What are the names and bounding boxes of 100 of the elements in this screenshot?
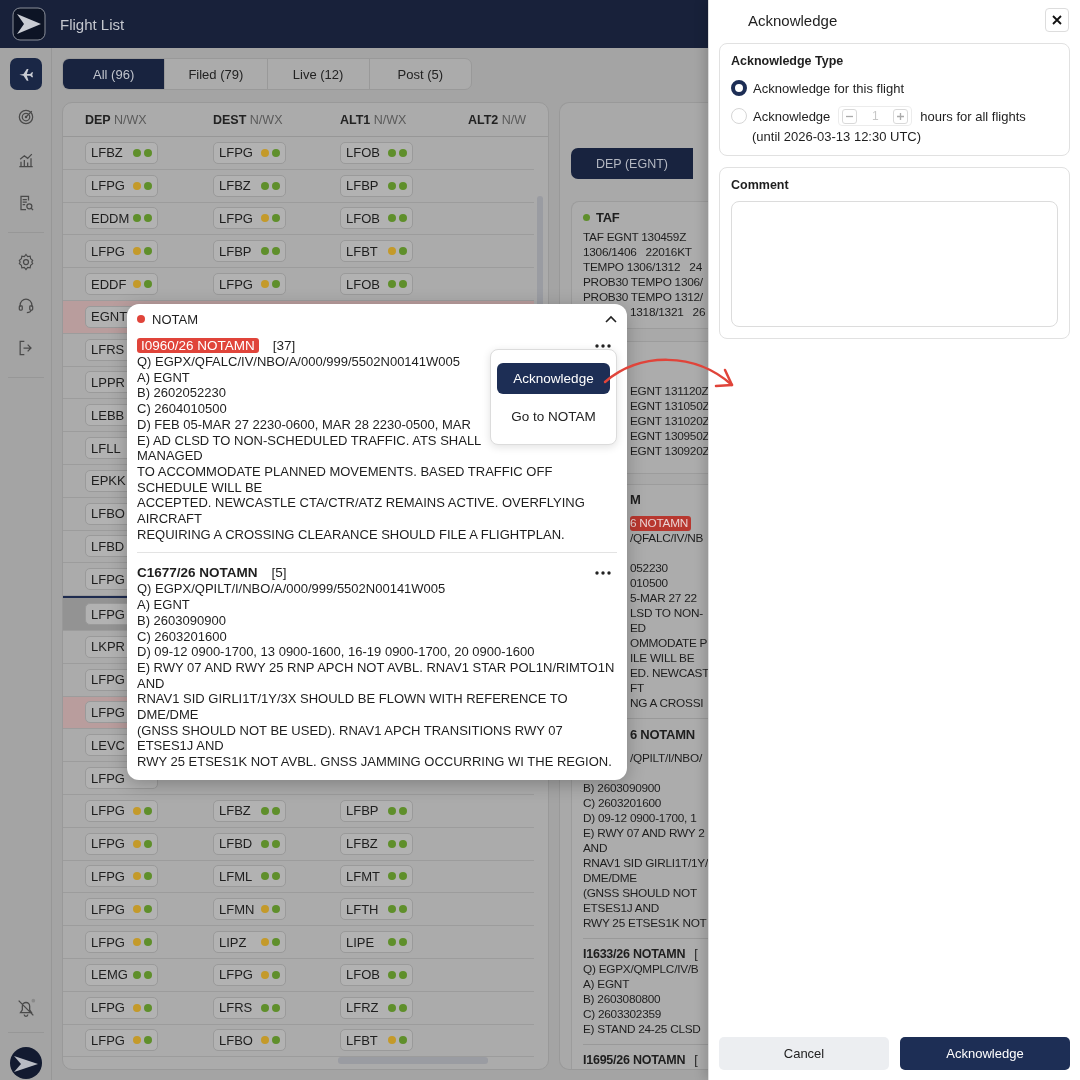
airport-code: LFOB bbox=[346, 967, 380, 983]
airport-code: LFBP bbox=[346, 803, 379, 819]
report-line: 010500 bbox=[630, 576, 668, 591]
airport-code: LFBD bbox=[91, 538, 125, 554]
report-line: LSD TO NON- bbox=[630, 606, 703, 621]
airport-code: LKPR bbox=[91, 639, 125, 655]
airport-code: LIPE bbox=[346, 934, 375, 950]
notam-title: M bbox=[630, 492, 641, 507]
option-label: hours for all flights bbox=[920, 108, 1026, 124]
report-line: 052230 bbox=[630, 561, 668, 576]
airport-code: LFRZ bbox=[346, 1000, 379, 1016]
report-line: C) 2603201600 bbox=[583, 796, 662, 811]
airport-code: LFPG bbox=[91, 178, 125, 194]
airport-code: LFPG bbox=[91, 770, 125, 786]
app-title: Flight List bbox=[60, 15, 125, 33]
airport-code: LFBO bbox=[91, 506, 125, 522]
airport-code: LFOB bbox=[346, 145, 380, 161]
report-line: ETSES1J AND bbox=[583, 901, 659, 916]
airport-code: LFBZ bbox=[219, 178, 251, 194]
airport-code: LFBT bbox=[346, 243, 378, 259]
report-line: RWY 25 ETSES1K NOT bbox=[583, 916, 707, 931]
airport-code: LFPG bbox=[219, 145, 253, 161]
airport-code: LFPG bbox=[91, 1032, 125, 1048]
airport-code: LFBT bbox=[346, 1032, 378, 1048]
report-line: RNAV1 SID GIRLI1T/1Y/ bbox=[583, 856, 708, 871]
airport-code: LFOB bbox=[346, 211, 380, 226]
airport-code: LFBZ bbox=[91, 145, 123, 161]
notam-badge: 6 NOTAMN bbox=[630, 516, 692, 531]
notam-title: 6 NOTAMN bbox=[630, 727, 695, 742]
report-line: FT bbox=[630, 681, 644, 696]
airport-code: LFOB bbox=[346, 276, 380, 292]
report-line: A) EGNT bbox=[583, 977, 630, 992]
report-line: 5-MAR 27 22 bbox=[630, 591, 697, 606]
airport-code: LFML bbox=[219, 868, 253, 884]
report-line: 1318/1321 26 bbox=[630, 305, 706, 320]
airport-code: LFBZ bbox=[219, 803, 251, 819]
airport-code: EGNT bbox=[91, 309, 128, 325]
airport-code: LFPG bbox=[91, 868, 125, 884]
airport-code: LFPG bbox=[91, 243, 125, 259]
airport-code: LFPG bbox=[91, 901, 125, 917]
report-line: DME/DME bbox=[583, 871, 637, 886]
drawer-title: Acknowledge bbox=[748, 11, 838, 29]
airport-code: LFPG bbox=[219, 211, 253, 226]
airport-code: LFPG bbox=[91, 1000, 125, 1016]
airport-code: LFPG bbox=[91, 672, 125, 688]
report-line: ILE WILL BE bbox=[630, 651, 695, 666]
report-line: NG A CROSSI bbox=[630, 696, 704, 711]
column-header: DEST N/WX bbox=[213, 112, 284, 127]
card-title: TAF bbox=[596, 210, 620, 225]
notam-title: I1695/26 NOTAMN bbox=[583, 1053, 686, 1067]
airport-code: LFPG bbox=[91, 704, 125, 720]
column-header: ALT2 N/W bbox=[468, 112, 528, 127]
notam-id: I0960/26 NOTAMN bbox=[137, 338, 259, 353]
notam-count: [37] bbox=[272, 338, 296, 353]
airport-code: LFMT bbox=[346, 868, 380, 884]
notam-line: RWY 25 ETSES1K NOT AVBL. GNSS JAMMING OCCURRING WI THE REGION. bbox=[137, 754, 612, 770]
report-line: Q) EGPX/QMPLC/IV/B bbox=[583, 962, 699, 977]
report-line: (GNSS SHOULD NOT bbox=[583, 886, 697, 901]
report-line: E) STAND 24-25 CLSD bbox=[583, 1022, 701, 1037]
airport-code: LFPG bbox=[91, 606, 125, 622]
airport-code: LFPG bbox=[219, 967, 253, 983]
airport-code: EDDF bbox=[91, 276, 127, 292]
column-header: DEP N/WX bbox=[85, 112, 148, 127]
airport-code: LFBD bbox=[219, 836, 253, 852]
airport-code: EPKK bbox=[91, 473, 126, 489]
airport-code: LFBZ bbox=[346, 836, 378, 852]
report-line: TAF EGNT 130459Z bbox=[583, 230, 687, 245]
airport-code: EDDM bbox=[91, 211, 130, 226]
until-note: (until 2026-03-13 12:30 UTC) bbox=[752, 129, 923, 144]
notam-count: [ bbox=[694, 947, 698, 961]
report-line: ED bbox=[630, 621, 646, 636]
report-line: PROB30 TEMPO 1306/ bbox=[583, 275, 703, 290]
section-title: Comment bbox=[731, 178, 790, 192]
report-line: 1306/1406 22016KT bbox=[583, 245, 692, 260]
notam-title: I1633/26 NOTAMN bbox=[583, 947, 686, 961]
airport-code: LEMG bbox=[91, 967, 128, 983]
airport-code: LFRS bbox=[91, 342, 125, 358]
airport-code: LFBO bbox=[219, 1032, 253, 1048]
airport-code: LFPG bbox=[91, 803, 125, 819]
report-line: /QFALC/IV/NB bbox=[630, 531, 704, 546]
airport-code: LFPG bbox=[91, 571, 125, 587]
airport-code: LEVC bbox=[91, 737, 125, 753]
stepper-value: 1 bbox=[871, 109, 880, 123]
airport-code: LPPR bbox=[91, 374, 125, 390]
report-line: EGNT 131120Z bbox=[630, 384, 708, 399]
airport-code: LFRS bbox=[219, 1000, 253, 1016]
airport-code: LFTH bbox=[346, 901, 379, 917]
section-title: Acknowledge Type bbox=[731, 54, 845, 68]
notam-count: [ bbox=[694, 1053, 698, 1067]
airport-code: LFBP bbox=[219, 243, 252, 259]
report-line: PROB30 TEMPO 1312/ bbox=[583, 290, 703, 305]
option-label: Acknowledge bbox=[753, 108, 831, 124]
report-line: D) 09-12 0900-1700, 1 bbox=[583, 811, 697, 826]
report-line: TEMPO 1306/1312 24 bbox=[583, 260, 702, 275]
report-line: B) 2603080800 bbox=[583, 992, 661, 1007]
notam-count: [5] bbox=[271, 565, 287, 581]
report-line: ED. NEWCAST bbox=[630, 666, 708, 681]
report-line: E) RWY 07 AND RWY 2 bbox=[583, 826, 705, 841]
airport-code: LFPG bbox=[219, 276, 253, 292]
airport-code: LEBB bbox=[91, 407, 125, 423]
